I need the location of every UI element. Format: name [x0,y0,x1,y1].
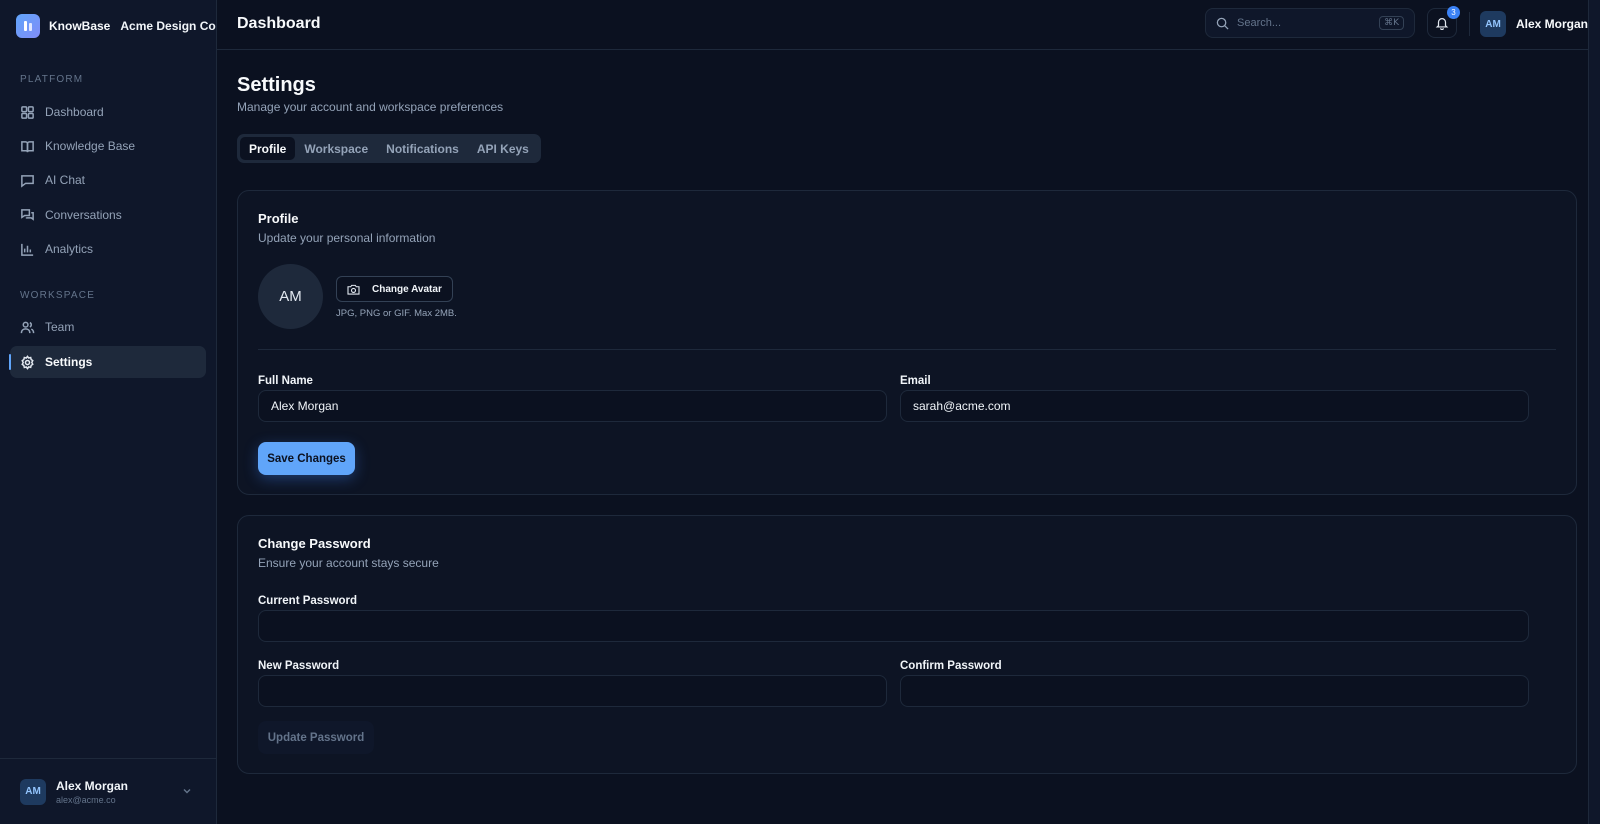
page-title: Settings [237,74,316,96]
camera-icon [347,284,360,295]
card-subtitle: Update your personal information [258,231,436,245]
avatar: AM [20,778,46,805]
topbar: Dashboard ⌘K 3 AM Alex Morgan [217,0,1600,50]
card-title: Change Password [258,536,371,551]
sidebar-item-settings[interactable]: Settings [9,346,206,378]
sidebar-item-ai-chat[interactable]: AI Chat [10,164,206,196]
notifications-button[interactable]: 3 [1427,6,1460,38]
new-password-input[interactable] [258,675,887,707]
sidebar-item-label: Analytics [45,242,94,256]
users-icon [20,321,35,333]
user-name: Alex Morgan [1516,17,1589,31]
sidebar-item-label: Knowledge Base [45,139,136,153]
search-icon [1216,17,1229,30]
user-email: alex@acme.co [56,794,116,805]
sidebar-item-conversations[interactable]: Conversations [10,199,206,231]
brand-logo-icon [16,14,40,38]
profile-card: Profile Update your personal information… [237,190,1577,495]
scrollbar[interactable] [1588,0,1600,824]
bell-icon [1435,18,1449,30]
user-menu[interactable]: AM Alex Morgan alex@acme.co [0,758,216,824]
tab-notifications[interactable]: Notifications [377,137,468,160]
bar-chart-icon [21,243,34,256]
gear-icon [21,354,34,370]
change-avatar-label: Change Avatar [372,283,442,295]
user-name: Alex Morgan [56,778,129,793]
current-password-label: Current Password [258,595,358,607]
sidebar: KnowBase Acme Design Co PLATFORM Dashboa… [0,0,217,824]
user-profile-button[interactable]: AM Alex Morgan [1480,11,1588,37]
search-input[interactable] [1237,17,1377,29]
section-label-workspace: WORKSPACE [20,290,96,301]
notification-badge: 3 [1447,6,1460,19]
save-changes-button[interactable]: Save Changes [258,442,355,475]
tab-workspace[interactable]: Workspace [295,137,377,160]
sidebar-item-label: AI Chat [45,173,86,187]
full-name-input[interactable] [258,390,887,422]
workspace-name: Acme Design Co [120,19,216,33]
chat-icon [21,174,34,188]
grid-icon [21,105,34,119]
brand[interactable]: KnowBase Acme Design Co [0,0,216,52]
sidebar-item-label: Team [45,320,75,334]
divider [1469,12,1470,36]
email-label: Email [900,375,931,387]
tab-profile[interactable]: Profile [240,137,296,160]
main-content: Settings Manage your account and workspa… [217,50,1588,824]
sidebar-item-label: Settings [45,355,93,369]
sidebar-item-analytics[interactable]: Analytics [10,233,206,265]
avatar-hint: JPG, PNG or GIF. Max 2MB. [336,308,457,319]
profile-avatar: AM [258,264,323,329]
settings-tabs: Profile Workspace Notifications API Keys [237,134,541,163]
sidebar-item-dashboard[interactable]: Dashboard [10,96,206,128]
sidebar-item-team[interactable]: Team [10,311,206,343]
brand-name: KnowBase [49,19,111,33]
card-subtitle: Ensure your account stays secure [258,556,439,570]
full-name-label: Full Name [258,375,313,387]
confirm-password-input[interactable] [900,675,1529,707]
new-password-label: New Password [258,660,340,672]
update-password-button[interactable]: Update Password [258,721,374,754]
card-title: Profile [258,211,299,226]
sidebar-item-knowledge-base[interactable]: Knowledge Base [10,130,206,162]
book-icon [21,140,34,152]
avatar: AM [1480,11,1506,37]
change-avatar-button[interactable]: Change Avatar [336,276,453,302]
section-label-platform: PLATFORM [20,74,84,85]
sidebar-item-label: Conversations [45,208,122,222]
page-subtitle: Manage your account and workspace prefer… [237,100,504,114]
sidebar-item-label: Dashboard [45,105,104,119]
conversations-icon [21,208,34,221]
search-box[interactable]: ⌘K [1205,8,1415,38]
divider [258,349,1556,350]
change-password-card: Change Password Ensure your account stay… [237,515,1577,774]
confirm-password-label: Confirm Password [900,660,1002,672]
email-input[interactable] [900,390,1529,422]
tab-api-keys[interactable]: API Keys [468,137,538,160]
search-shortcut: ⌘K [1379,16,1404,30]
page-header-title: Dashboard [237,15,321,32]
current-password-input[interactable] [258,610,1529,642]
chevron-down-icon [183,789,191,794]
